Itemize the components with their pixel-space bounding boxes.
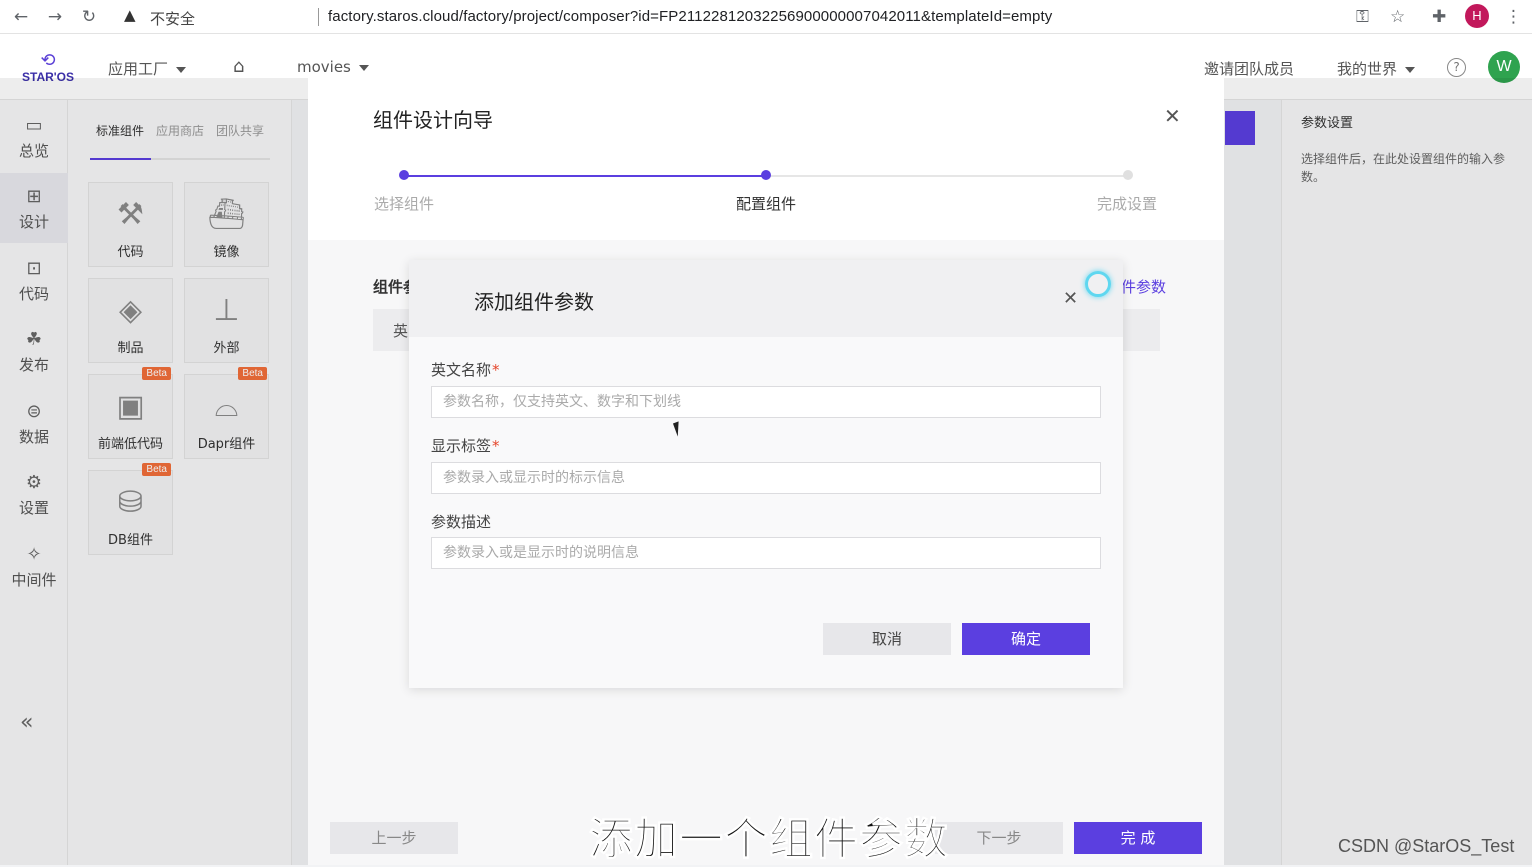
wizard-progress-fill — [404, 175, 766, 177]
warning-icon: ▲ — [124, 6, 136, 24]
address-separator — [318, 8, 319, 26]
confirm-button[interactable]: 确定 — [962, 623, 1090, 655]
app-factory-label: 应用工厂 — [108, 60, 169, 78]
project-selector[interactable]: movies — [297, 58, 369, 76]
prev-step-button[interactable]: 上一步 — [330, 822, 458, 854]
step-label-configure: 配置组件 — [736, 195, 797, 213]
step-label-select: 选择组件 — [374, 195, 435, 213]
cancel-button[interactable]: 取消 — [823, 623, 951, 655]
browser-toolbar: ← → ↻ ▲ 不安全 factory.staros.cloud/factory… — [0, 0, 1532, 34]
required-asterisk: * — [492, 361, 500, 379]
logo-mark-icon: ⟲ — [40, 50, 56, 71]
forward-icon[interactable]: → — [44, 6, 66, 28]
my-world-label: 我的世界 — [1337, 60, 1398, 78]
my-world-menu[interactable]: 我的世界 — [1337, 58, 1416, 79]
address-bar[interactable]: ▲ 不安全 factory.staros.cloud/factory/proje… — [116, 3, 1416, 31]
help-icon[interactable]: ? — [1447, 58, 1466, 77]
param-description-label: 参数描述 — [431, 511, 491, 532]
key-icon[interactable]: ⚿ — [1356, 6, 1369, 28]
extensions-icon[interactable]: ✚ — [1432, 6, 1446, 28]
finish-button[interactable]: 完 成 — [1074, 822, 1202, 854]
wizard-header: 组件设计向导 ✕ 选择组件 配置组件 完成设置 — [308, 78, 1224, 240]
english-name-label: 英文名称* — [431, 359, 500, 380]
chevron-down-icon — [176, 66, 187, 73]
reload-icon[interactable]: ↻ — [78, 6, 100, 28]
dialog-header: 添加组件参数 ✕ — [409, 260, 1123, 337]
close-icon[interactable]: ✕ — [1164, 104, 1181, 128]
chevron-down-icon — [358, 64, 369, 71]
video-subtitle: 添加一个组件参数 — [589, 814, 949, 866]
table-header-cell: 英 — [393, 322, 409, 340]
watermark: CSDN @StarOS_Test — [1338, 836, 1515, 856]
english-name-input[interactable] — [431, 386, 1101, 418]
field-label-text: 参数描述 — [431, 513, 492, 531]
star-icon[interactable]: ☆ — [1390, 6, 1405, 28]
display-label-label: 显示标签* — [431, 435, 500, 456]
required-asterisk: * — [492, 437, 500, 455]
step-label-finish: 完成设置 — [1097, 195, 1158, 213]
add-component-param-dialog: 添加组件参数 ✕ 英文名称* 显示标签* 参数描述 取消 确定 — [409, 260, 1123, 688]
insecure-label: 不安全 — [150, 10, 196, 28]
home-icon[interactable]: ⌂ — [233, 56, 244, 77]
step-dot-3 — [1123, 170, 1133, 180]
url-text[interactable]: factory.staros.cloud/factory/project/com… — [328, 8, 1052, 25]
dialog-title: 添加组件参数 — [474, 290, 594, 314]
app-factory-menu[interactable]: 应用工厂 — [108, 58, 187, 79]
invite-members-link[interactable]: 邀请团队成员 — [1204, 58, 1294, 79]
field-label-text: 显示标签 — [431, 437, 492, 455]
back-icon[interactable]: ← — [10, 6, 32, 28]
step-dot-1 — [399, 170, 409, 180]
menu-kebab-icon[interactable]: ⋮ — [1505, 6, 1522, 28]
wizard-title: 组件设计向导 — [373, 108, 493, 132]
next-step-button[interactable]: 下一步 — [935, 822, 1063, 854]
param-description-input[interactable] — [431, 537, 1101, 569]
step-dot-2 — [761, 170, 771, 180]
field-label-text: 英文名称 — [431, 361, 492, 379]
display-label-input[interactable] — [431, 462, 1101, 494]
click-indicator — [1085, 271, 1111, 297]
project-label: movies — [297, 58, 351, 76]
browser-profile-avatar[interactable]: H — [1465, 4, 1489, 28]
add-param-link[interactable]: 件参数 — [1121, 276, 1166, 297]
close-icon[interactable]: ✕ — [1063, 288, 1078, 309]
chevron-down-icon — [1405, 66, 1416, 73]
